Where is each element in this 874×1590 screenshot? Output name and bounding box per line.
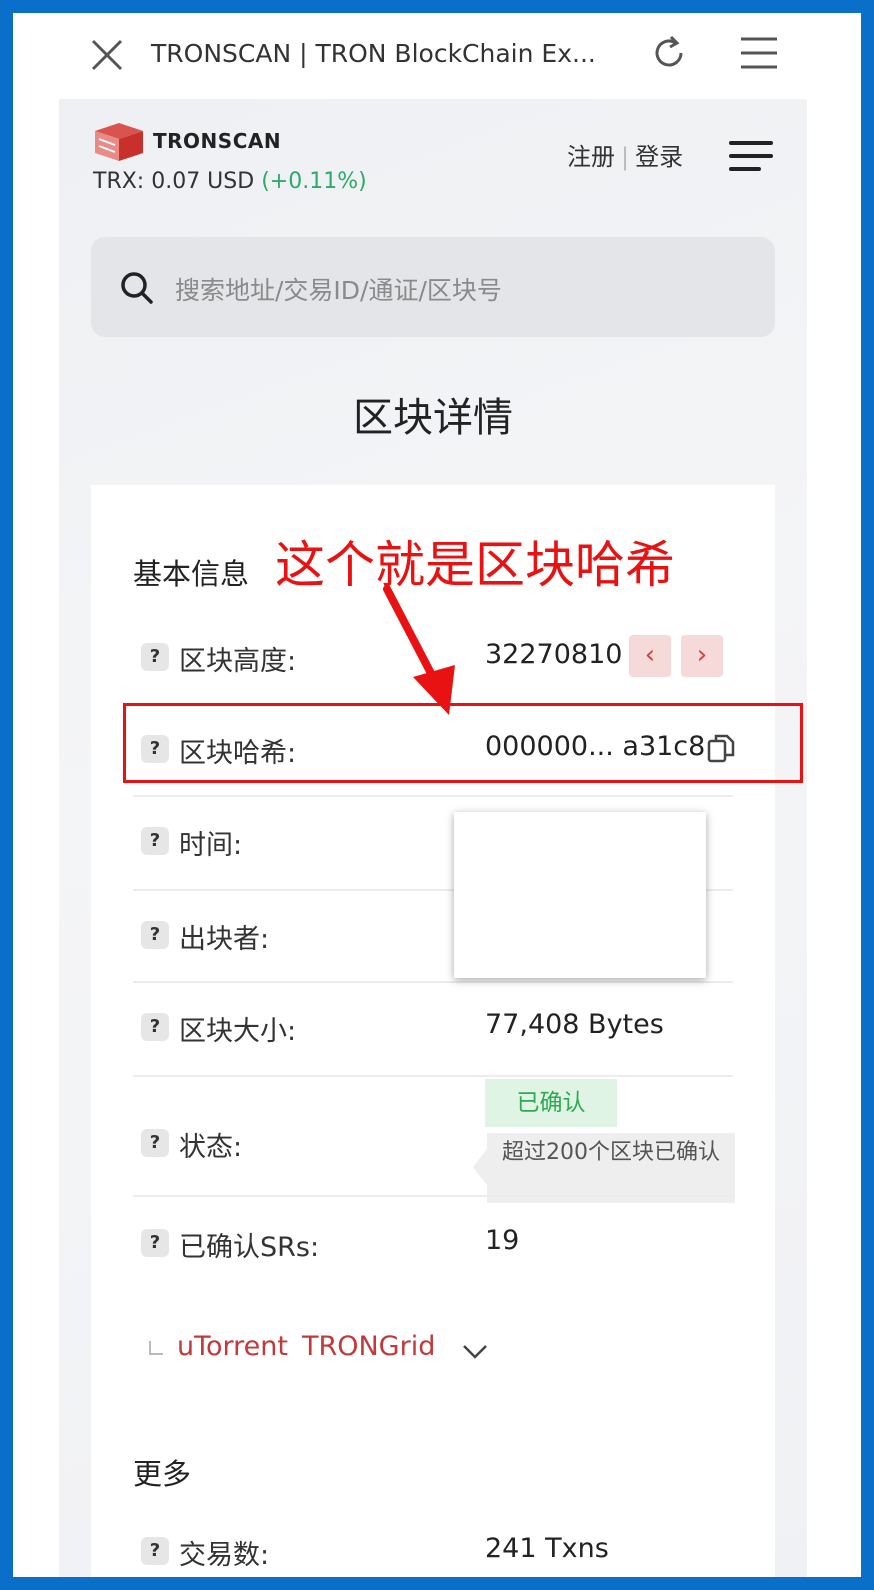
- producer-label: 出块者:: [179, 924, 270, 955]
- size-label: 区块大小:: [179, 1016, 297, 1047]
- tronscan-logo[interactable]: [91, 119, 147, 163]
- menu-icon[interactable]: [739, 35, 779, 71]
- browser-title: TRONSCAN | TRON BlockChain Ex...: [151, 39, 596, 68]
- price-text: TRX: 0.07 USD: [93, 169, 255, 194]
- login-link[interactable]: 登录: [635, 143, 683, 171]
- divider: [133, 1195, 733, 1197]
- tree-elbow: [149, 1341, 163, 1355]
- basic-info-title: 基本信息: [133, 557, 250, 591]
- search-input[interactable]: 搜索地址/交易ID/通证/区块号: [175, 271, 502, 307]
- page-title: 区块详情: [353, 395, 513, 441]
- help-icon[interactable]: ?: [141, 1229, 169, 1257]
- tx-count-value[interactable]: 241 Txns: [485, 1533, 609, 1564]
- chevron-left-icon[interactable]: ‹: [629, 635, 671, 677]
- search-bar[interactable]: 搜索地址/交易ID/通证/区块号: [91, 237, 775, 337]
- redaction-box: [454, 812, 706, 978]
- divider: [133, 795, 733, 797]
- sr-link[interactable]: TRONGrid: [302, 1331, 435, 1362]
- close-icon[interactable]: [87, 35, 127, 75]
- hash-highlight-box: [123, 703, 803, 783]
- chevron-right-icon[interactable]: ›: [681, 635, 723, 677]
- search-icon: [121, 272, 153, 304]
- help-icon[interactable]: ?: [141, 921, 169, 949]
- help-icon[interactable]: ?: [141, 1129, 169, 1157]
- confirmed-srs-label: 已确认SRs:: [179, 1232, 320, 1263]
- help-icon[interactable]: ?: [141, 827, 169, 855]
- help-icon[interactable]: ?: [141, 643, 169, 671]
- status-badge: 已确认: [485, 1079, 617, 1127]
- tooltip-arrow: [473, 1149, 487, 1185]
- more-title: 更多: [133, 1457, 192, 1491]
- annotation-text: 这个就是区块哈希: [275, 536, 675, 594]
- auth-links: 注册 | 登录: [567, 137, 683, 172]
- help-icon[interactable]: ?: [141, 1537, 169, 1565]
- register-link[interactable]: 注册: [567, 143, 615, 171]
- help-icon[interactable]: ?: [141, 1013, 169, 1041]
- trx-price: TRX: 0.07 USD (+0.11%): [93, 169, 367, 194]
- height-label: 区块高度:: [179, 646, 297, 677]
- sr-link[interactable]: uTorrent: [177, 1331, 288, 1362]
- hamburger-icon[interactable]: [729, 139, 773, 173]
- confirmed-srs-value: 19: [485, 1225, 520, 1256]
- tooltip-text: 超过200个区块已确认: [502, 1140, 720, 1165]
- time-label: 时间:: [179, 830, 243, 861]
- price-change: (+0.11%): [261, 169, 367, 194]
- status-label: 状态:: [179, 1132, 243, 1163]
- annotation-arrow-icon: [383, 585, 455, 715]
- divider: [133, 981, 733, 983]
- tx-count-label: 交易数:: [179, 1540, 270, 1571]
- height-value: 32270810: [485, 639, 623, 670]
- chevron-down-icon[interactable]: [461, 1343, 489, 1361]
- auth-separator: |: [621, 143, 630, 171]
- refresh-icon[interactable]: [649, 33, 689, 73]
- size-value: 77,408 Bytes: [485, 1009, 664, 1040]
- brand-name: TRONSCAN: [153, 129, 282, 153]
- divider: [133, 1075, 733, 1077]
- sr-list: uTorrent TRONGrid: [149, 1331, 449, 1362]
- phone-frame: TRONSCAN | TRON BlockChain Ex... TRONSCA…: [0, 0, 874, 1590]
- status-tooltip: 超过200个区块已确认: [473, 1133, 735, 1203]
- browser-bar: TRONSCAN | TRON BlockChain Ex...: [13, 13, 861, 99]
